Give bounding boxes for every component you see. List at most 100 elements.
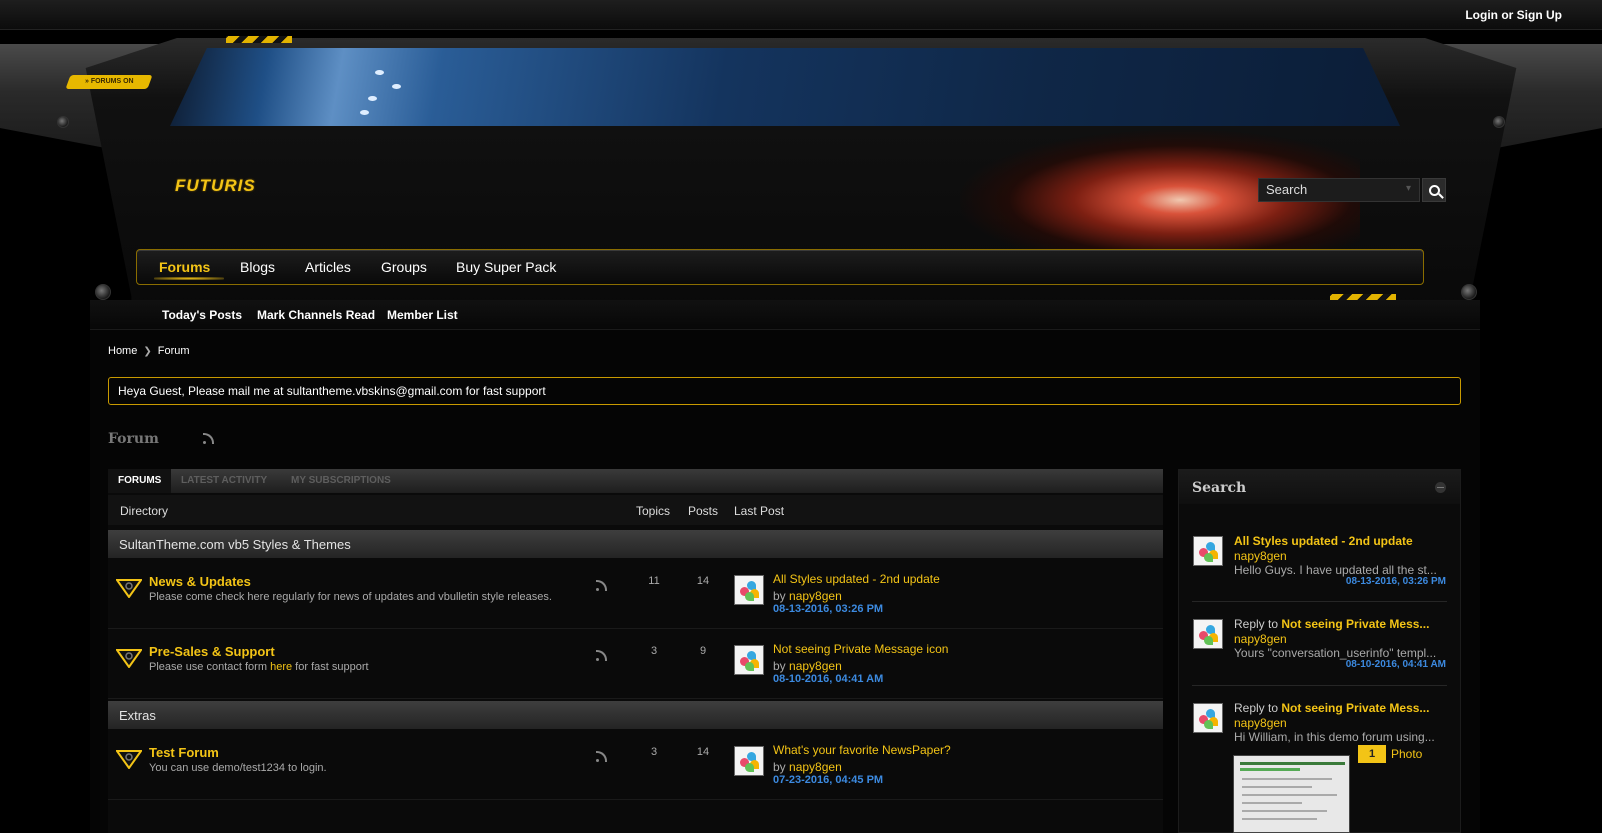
avatar-petal: [745, 763, 754, 772]
divider: [1192, 601, 1447, 602]
topic-count: 3: [650, 645, 658, 657]
signup-link[interactable]: Sign Up: [1517, 8, 1562, 22]
tab-my-subscriptions[interactable]: MY SUBSCRIPTIONS: [291, 469, 391, 493]
photo-thumbnail[interactable]: [1233, 755, 1350, 833]
forum-title[interactable]: Test Forum: [149, 745, 219, 760]
login-link[interactable]: Login: [1465, 8, 1498, 22]
site-logo[interactable]: FUTURIS: [175, 176, 256, 196]
topic-count: 11: [648, 575, 660, 587]
category-header[interactable]: SultanTheme.com vb5 Styles & Themes: [108, 530, 1163, 558]
rss-icon[interactable]: [203, 432, 215, 444]
by-label: by: [773, 589, 786, 603]
forum-description: Please use contact form here for fast su…: [149, 661, 369, 673]
search-button[interactable]: [1422, 178, 1446, 202]
sidebar-title: Search: [1192, 480, 1247, 496]
nav-tab-groups[interactable]: Groups: [381, 259, 427, 275]
thumb-line: [1242, 810, 1327, 812]
hazard-stripe: [226, 36, 292, 43]
reply-to-label: Reply to: [1234, 701, 1279, 715]
last-post-title[interactable]: All Styles updated - 2nd update: [773, 572, 940, 586]
last-post-date: 08-13-2016, 03:26 PM: [773, 603, 884, 615]
thumb-line: [1242, 818, 1317, 820]
top-bar: Login or Sign Up: [0, 0, 1602, 30]
forum-description: Please come check here regularly for new…: [149, 591, 552, 603]
activity-item: All Styles updated - 2nd update napy8gen…: [1179, 534, 1460, 614]
avatar-petal: [745, 592, 754, 601]
page-title: Forum: [108, 431, 159, 447]
activity-thread[interactable]: Not seeing Private Mess...: [1281, 617, 1429, 631]
col-topics: Topics: [636, 504, 671, 518]
bolt-decoration: [1493, 116, 1505, 128]
column-header: Directory Topics Posts Last Post: [108, 495, 1163, 525]
thumb-line: [1242, 786, 1312, 788]
login-signup: Login or Sign Up: [1465, 8, 1562, 22]
tab-latest-activity[interactable]: LATEST ACTIVITY: [181, 469, 267, 493]
banner-light: [360, 110, 369, 115]
breadcrumb-current: Forum: [157, 345, 190, 357]
avatar-petal: [1204, 720, 1213, 729]
thumb-line: [1242, 794, 1337, 796]
activity-user[interactable]: napy8gen: [1234, 716, 1287, 730]
bolt-decoration: [1461, 284, 1477, 300]
forum-description: You can use demo/test1234 to login.: [149, 762, 327, 774]
divider: [1192, 685, 1447, 686]
breadcrumb: Home ❯ Forum: [108, 345, 190, 357]
desc-text: for fast support: [295, 661, 369, 673]
last-post-title[interactable]: Not seeing Private Message icon: [773, 642, 948, 656]
forum-status-icon: [115, 749, 143, 770]
last-post-date: 07-23-2016, 04:45 PM: [773, 774, 884, 786]
header-search-input[interactable]: Search: [1258, 178, 1420, 202]
tab-forums[interactable]: FORUMS: [108, 469, 172, 493]
forum-row: Test Forum You can use demo/test1234 to …: [108, 731, 1163, 800]
header-banner: [170, 48, 1400, 126]
activity-title[interactable]: All Styles updated - 2nd update: [1234, 534, 1447, 548]
last-post-user[interactable]: napy8gen: [789, 659, 842, 673]
nav-tab-forums[interactable]: Forums: [159, 259, 210, 275]
category-header[interactable]: Extras: [108, 701, 1163, 729]
forum-title[interactable]: News & Updates: [149, 574, 251, 589]
avatar[interactable]: [734, 746, 764, 776]
activity-title[interactable]: Reply to Not seeing Private Mess...: [1234, 617, 1447, 631]
last-post-author: by napy8gen: [773, 760, 842, 774]
forum-title[interactable]: Pre-Sales & Support: [149, 644, 275, 659]
rss-icon[interactable]: [596, 649, 608, 661]
subnav-todays-posts[interactable]: Today's Posts: [162, 308, 242, 322]
subnav-mark-channels-read[interactable]: Mark Channels Read: [257, 308, 375, 322]
forum-status-icon: [115, 648, 143, 669]
photo-label[interactable]: Photo: [1391, 747, 1422, 761]
avatar-petal: [1204, 636, 1213, 645]
contact-here-link[interactable]: here: [270, 661, 292, 673]
reply-to-label: Reply to: [1234, 617, 1279, 631]
activity-title[interactable]: Reply to Not seeing Private Mess...: [1234, 701, 1447, 715]
avatar[interactable]: [1193, 619, 1223, 649]
activity-user[interactable]: napy8gen: [1234, 632, 1287, 646]
main-nav: Forums Blogs Articles Groups Buy Super P…: [136, 249, 1424, 285]
last-post-title[interactable]: What's your favorite NewsPaper?: [773, 743, 951, 757]
desc-text: Please use contact form: [149, 661, 268, 673]
breadcrumb-home[interactable]: Home: [108, 345, 137, 357]
sub-nav: Today's Posts Mark Channels Read Member …: [90, 300, 1480, 330]
activity-snippet: Hi William, in this demo forum using...: [1234, 730, 1435, 744]
last-post-user[interactable]: napy8gen: [789, 589, 842, 603]
avatar[interactable]: [734, 645, 764, 675]
nav-tab-articles[interactable]: Articles: [305, 259, 351, 275]
activity-thread[interactable]: Not seeing Private Mess...: [1281, 701, 1429, 715]
nav-tab-buy-super-pack[interactable]: Buy Super Pack: [456, 259, 556, 275]
avatar[interactable]: [1193, 536, 1223, 566]
avatar[interactable]: [734, 575, 764, 605]
last-post-user[interactable]: napy8gen: [789, 760, 842, 774]
topic-count: 3: [650, 746, 658, 758]
collapse-icon[interactable]: [1435, 482, 1446, 493]
activity-user[interactable]: napy8gen: [1234, 549, 1287, 563]
subnav-member-list[interactable]: Member List: [387, 308, 458, 322]
activity-snippet: Yours "conversation_userinfo" templ...: [1234, 646, 1437, 660]
photo-count-badge[interactable]: 1: [1358, 745, 1386, 763]
last-post-date: 08-10-2016, 04:41 AM: [773, 673, 884, 685]
rss-icon[interactable]: [596, 579, 608, 591]
avatar[interactable]: [1193, 703, 1223, 733]
nav-tab-blogs[interactable]: Blogs: [240, 259, 275, 275]
search-icon: [1428, 184, 1440, 196]
avatar-petal: [745, 662, 754, 671]
rss-icon[interactable]: [596, 750, 608, 762]
forum-status-icon: [115, 578, 143, 599]
